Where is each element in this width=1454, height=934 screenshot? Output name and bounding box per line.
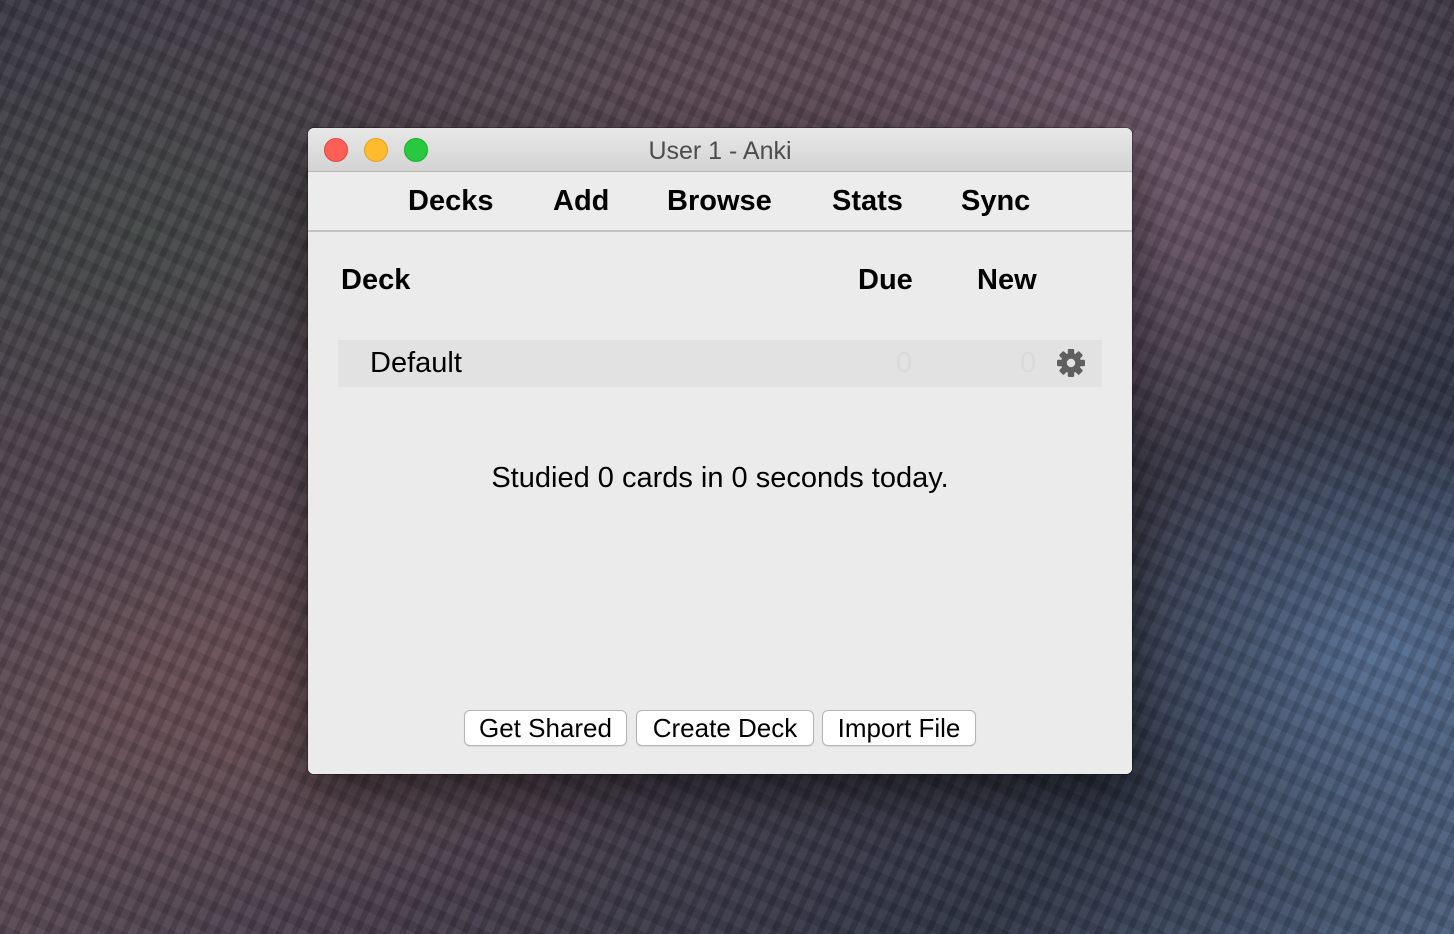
anki-main-window: User 1 - Anki Decks Add Browse Stats Syn…: [308, 128, 1132, 774]
toolbar-stats-link[interactable]: Stats: [832, 185, 903, 218]
main-toolbar: Decks Add Browse Stats Sync: [308, 172, 1132, 232]
create-deck-button[interactable]: Create Deck: [636, 710, 814, 746]
deck-browser: Deck Due New Default 0 0 Studied 0 cards…: [308, 232, 1132, 774]
new-column-header: New: [977, 264, 1037, 296]
gear-icon[interactable]: [1056, 348, 1086, 378]
study-summary-text: Studied 0 cards in 0 seconds today.: [491, 462, 949, 494]
deck-due-count: 0: [896, 347, 913, 379]
get-shared-button[interactable]: Get Shared: [464, 710, 627, 746]
deck-new-count: 0: [1020, 347, 1037, 379]
toolbar-sync-link[interactable]: Sync: [961, 185, 1030, 218]
toolbar-add-link[interactable]: Add: [553, 185, 609, 218]
toolbar-decks-link[interactable]: Decks: [408, 185, 493, 218]
due-column-header: Due: [858, 264, 913, 296]
window-title: User 1 - Anki: [648, 137, 792, 165]
deck-name-link[interactable]: Default: [370, 347, 462, 380]
toolbar-browse-link[interactable]: Browse: [667, 185, 772, 218]
deck-row-default: Default 0 0: [338, 340, 1102, 387]
import-file-button[interactable]: Import File: [822, 710, 976, 746]
deck-column-header: Deck: [341, 264, 411, 296]
title-bar[interactable]: User 1 - Anki: [308, 128, 1132, 172]
